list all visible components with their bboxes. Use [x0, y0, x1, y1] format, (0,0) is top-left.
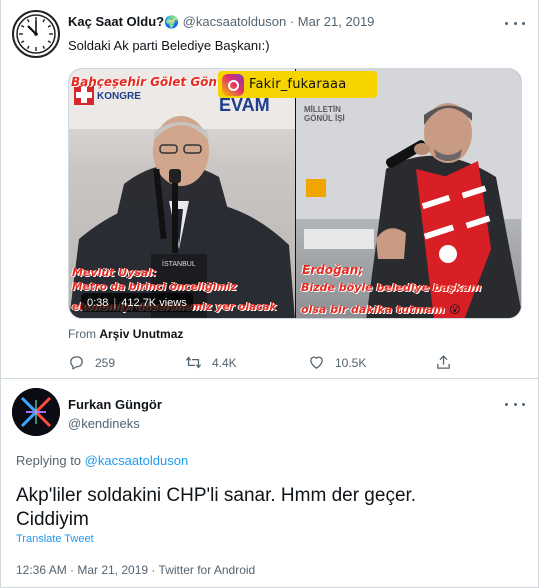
- tweet-text: Soldaki Ak parti Belediye Başkanı:): [68, 38, 270, 53]
- podium-label: İSTANBUL: [162, 261, 196, 268]
- more-icon[interactable]: [505, 20, 525, 26]
- action-bar: 259 4.4K 10.5K: [68, 354, 458, 374]
- reply-more-icon[interactable]: [505, 401, 525, 407]
- instagram-handle: Fakir_fukaraaa: [249, 77, 347, 92]
- retweet-count: 4.4K: [212, 355, 237, 370]
- video-right-panel: MİLLETİN GÖNÜL İŞİ Erdoğan; Bizde böyle …: [296, 69, 521, 318]
- left-sign-evam: EVAM: [219, 95, 270, 115]
- share-action[interactable]: [435, 354, 462, 371]
- left-caption-name: Mevlüt Uysal:: [72, 266, 157, 279]
- left-overlay-top-text: Bahçeşehir Gölet Gön: [71, 75, 217, 89]
- author-name[interactable]: Kaç Saat Oldu?: [68, 14, 164, 29]
- instagram-icon: [222, 73, 244, 96]
- media-source: From Arşiv Unutmaz: [68, 327, 184, 341]
- retweet-action[interactable]: 4.4K: [185, 354, 237, 371]
- right-caption-line2: olsa bir dakika tutmam: [301, 303, 445, 316]
- clock-avatar-icon[interactable]: [12, 10, 60, 58]
- like-count: 10.5K: [335, 355, 367, 370]
- video-left-panel: Bahçeşehir Gölet Gön KONGRE EVAM İSTANBU…: [69, 69, 295, 318]
- retweet-icon: [185, 356, 202, 369]
- reply-text: Akp'liler soldakini CHP'li sanar. Hmm de…: [16, 484, 416, 532]
- instagram-watermark: Fakir_fukaraaa: [218, 71, 377, 98]
- reply-timestamp[interactable]: 12:36 AM · Mar 21, 2019 · Twitter for An…: [16, 563, 255, 577]
- share-icon: [437, 355, 450, 369]
- video-views: 412.7K views: [121, 296, 187, 309]
- like-action[interactable]: 10.5K: [308, 354, 366, 371]
- right-sign: GÖNÜL İŞİ: [304, 114, 345, 123]
- header-separator: ·: [289, 14, 295, 29]
- reply-count: 259: [95, 355, 116, 370]
- replying-to: Replying to @kacsaatolduson: [16, 453, 188, 468]
- like-icon: [310, 356, 323, 369]
- left-caption-line1: Metro da birinci önceliğimiz: [72, 281, 237, 293]
- right-caption-line1: Bizde böyle belediye başkanı: [301, 281, 482, 294]
- kendineks-logo-icon: [12, 388, 60, 436]
- tweet-divider: [0, 378, 539, 379]
- globe-icon: 🌍: [164, 15, 180, 29]
- video-info-pill: 0:38 | 412.7K views: [81, 293, 193, 312]
- reply-text-line1: Akp'liler soldakini CHP'li sanar. Hmm de…: [16, 485, 417, 506]
- right-caption-name: Erdoğan;: [302, 263, 363, 277]
- tweet-date[interactable]: Mar 21, 2019: [298, 14, 375, 29]
- source-name[interactable]: Arşiv Unutmaz: [99, 327, 183, 341]
- video-duration: 0:38: [87, 296, 109, 309]
- translate-tweet-link[interactable]: Translate Tweet: [16, 533, 94, 545]
- reply-icon: [70, 356, 83, 370]
- surprised-emoji-icon: 😮: [449, 304, 461, 316]
- right-caption-line2-wrap: olsa bir dakika tutmam 😮: [301, 300, 461, 318]
- left-sign-kongre: KONGRE: [97, 91, 141, 102]
- tweet-header: Kaç Saat Oldu?🌍 @kacsaatolduson · Mar 21…: [68, 14, 374, 29]
- reply-avatar[interactable]: [12, 388, 60, 436]
- right-sign-small: MİLLETİN: [304, 105, 341, 114]
- replying-to-handle[interactable]: @kacsaatolduson: [85, 453, 189, 468]
- reply-text-line2: Ciddiyim: [16, 509, 89, 530]
- reply-action[interactable]: 259: [68, 354, 115, 371]
- author-handle[interactable]: @kacsaatolduson: [183, 14, 287, 29]
- replying-to-label: Replying to: [16, 453, 82, 468]
- video-media[interactable]: Bahçeşehir Gölet Gön KONGRE EVAM İSTANBU…: [68, 68, 522, 319]
- reply-author-handle[interactable]: @kendineks: [68, 416, 140, 431]
- reply-author-name[interactable]: Furkan Güngör: [68, 397, 162, 412]
